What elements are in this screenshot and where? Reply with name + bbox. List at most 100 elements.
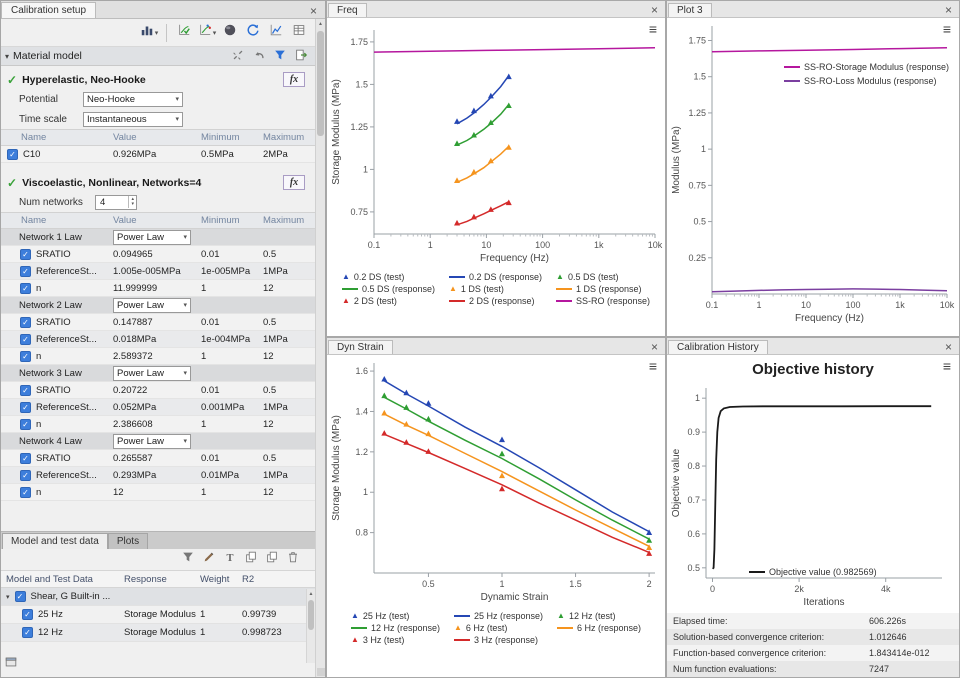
pencil-button[interactable]	[199, 550, 219, 570]
row-checkbox[interactable]: ✓	[22, 627, 33, 638]
filter-blue-button[interactable]	[270, 47, 290, 66]
filter-gray-button[interactable]	[178, 550, 198, 570]
left-scrollbar[interactable]: ▲	[315, 19, 325, 677]
plot-button[interactable]	[266, 23, 286, 43]
param-value-cell[interactable]: 0.20722	[113, 385, 201, 396]
column-header[interactable]: Value	[113, 132, 201, 143]
param-max-cell[interactable]: 1MPa	[263, 334, 315, 345]
row-checkbox[interactable]: ✓	[20, 401, 31, 413]
param-value-cell[interactable]: 2.589372	[113, 351, 201, 362]
row-checkbox[interactable]: ✓	[20, 469, 31, 481]
tab-plot3[interactable]: Plot 3	[668, 3, 712, 17]
param-max-cell[interactable]: 0.5	[263, 453, 315, 464]
param-value-cell[interactable]: 0.265587	[113, 453, 201, 464]
close-icon[interactable]: ×	[647, 3, 662, 17]
unlink-button[interactable]	[228, 47, 248, 66]
freq-chart[interactable]: 0.75 1 1.25 1.5 1.75 0.1 1 10 100 1k 10k Frequency …	[328, 18, 665, 270]
column-header[interactable]: R2	[242, 574, 315, 585]
dyn-chart[interactable]: 0.8 1 1.2 1.4 1.6 0.5 1 1.5 2 Dynamic Strain Stora…	[328, 355, 665, 609]
network-4-law-select[interactable]: Power Law ▾	[113, 433, 191, 449]
param-value-cell[interactable]: 0.018MPa	[113, 334, 201, 345]
test-data-row[interactable]: ▾ ✓ Shear, G Built-in ...	[1, 588, 315, 606]
param-max-cell[interactable]: 1MPa	[263, 470, 315, 481]
row-checkbox[interactable]: ✓	[14, 591, 26, 602]
scroll-up-icon[interactable]: ▲	[307, 589, 315, 599]
column-header[interactable]: Name	[7, 215, 113, 226]
row-checkbox[interactable]: ✓	[20, 316, 31, 328]
param-value-cell[interactable]: 0.052MPa	[113, 402, 201, 413]
param-max-cell[interactable]: 12	[263, 419, 315, 430]
run-calibration-button[interactable]	[174, 23, 194, 43]
tab-freq[interactable]: Freq	[328, 3, 367, 17]
network-3-law-select[interactable]: Power Law ▾	[113, 365, 191, 381]
dropdown-arrow-icon[interactable]: ▾	[213, 29, 217, 37]
param-max-cell[interactable]: 1MPa	[263, 266, 315, 277]
param-min-cell[interactable]: 1	[201, 351, 263, 362]
param-min-cell[interactable]: 1e-005MPa	[201, 266, 263, 277]
row-checkbox[interactable]: ✓	[20, 248, 31, 260]
param-value-cell[interactable]: 1.005e-005MPa	[113, 266, 201, 277]
param-min-cell[interactable]: 0.001MPa	[201, 402, 263, 413]
param-min-cell[interactable]: 1	[201, 487, 263, 498]
window-corner-icon[interactable]	[4, 655, 18, 674]
refresh-button[interactable]	[243, 23, 263, 43]
param-min-cell[interactable]: 0.01	[201, 453, 263, 464]
param-value-cell[interactable]: 0.926MPa	[113, 149, 201, 160]
param-max-cell[interactable]: 12	[263, 283, 315, 294]
column-header[interactable]: Model and Test Data	[6, 574, 124, 585]
tests-scrollbar[interactable]: ▲	[306, 589, 315, 663]
param-value-cell[interactable]: 12	[113, 487, 201, 498]
menu-icon[interactable]: ≡	[649, 21, 657, 37]
param-max-cell[interactable]: 12	[263, 351, 315, 362]
fx-button[interactable]: fx	[283, 72, 305, 87]
column-header[interactable]: Response	[124, 574, 200, 585]
row-checkbox[interactable]: ✓	[20, 282, 31, 294]
close-icon[interactable]: ×	[941, 340, 956, 354]
spinner-arrows-icon[interactable]: ▴ ▾	[128, 196, 136, 208]
column-header[interactable]: Minimum	[201, 132, 263, 143]
param-min-cell[interactable]: 1	[201, 283, 263, 294]
menu-icon[interactable]: ≡	[943, 358, 951, 374]
scroll-up-icon[interactable]: ▲	[316, 19, 325, 29]
row-checkbox[interactable]: ✓	[20, 265, 31, 277]
copy-button[interactable]	[262, 550, 282, 570]
param-min-cell[interactable]: 0.01	[201, 249, 263, 260]
column-header[interactable]: Maximum	[263, 132, 315, 143]
row-checkbox[interactable]: ✓	[20, 384, 31, 396]
param-min-cell[interactable]: 1	[201, 419, 263, 430]
column-header[interactable]: Value	[113, 215, 201, 226]
param-max-cell[interactable]: 0.5	[263, 385, 315, 396]
param-min-cell[interactable]: 0.01	[201, 385, 263, 396]
tab-calibration-setup[interactable]: Calibration setup	[1, 2, 97, 18]
expander-icon[interactable]: ▾	[6, 593, 10, 601]
menu-icon[interactable]: ≡	[943, 21, 951, 37]
param-max-cell[interactable]: 12	[263, 487, 315, 498]
param-value-cell[interactable]: 0.147887	[113, 317, 201, 328]
param-min-cell[interactable]: 1e-004MPa	[201, 334, 263, 345]
network-1-law-select[interactable]: Power Law ▾	[113, 229, 191, 245]
param-min-cell[interactable]: 0.01	[201, 317, 263, 328]
fx-button[interactable]: fx	[283, 175, 305, 190]
material-model-header[interactable]: ▾ Material model	[1, 47, 315, 66]
param-max-cell[interactable]: 0.5	[263, 317, 315, 328]
param-value-cell[interactable]: 2.386608	[113, 419, 201, 430]
text-T-button[interactable]: T	[220, 550, 240, 570]
tab-plots[interactable]: Plots	[107, 533, 149, 549]
dropdown-arrow-icon[interactable]: ▾	[155, 29, 159, 37]
copy-button[interactable]	[241, 550, 261, 570]
param-min-cell[interactable]: 0.01MPa	[201, 470, 263, 481]
close-icon[interactable]: ×	[306, 4, 321, 18]
export-button[interactable]	[291, 47, 311, 66]
param-value-cell[interactable]: 0.293MPa	[113, 470, 201, 481]
column-header[interactable]: Weight	[200, 574, 242, 585]
scrollbar-thumb[interactable]	[317, 31, 324, 136]
trash-button[interactable]	[283, 550, 303, 570]
param-max-cell[interactable]: 2MPa	[263, 149, 315, 160]
material-sphere-button[interactable]	[220, 23, 240, 43]
test-data-row[interactable]: ✓ 25 Hz Storage Modulus 1 0.99739	[1, 606, 315, 624]
network-2-law-select[interactable]: Power Law ▾	[113, 297, 191, 313]
row-checkbox[interactable]: ✓	[7, 148, 18, 160]
column-header[interactable]: Name	[7, 132, 113, 143]
tab-calibration-history[interactable]: Calibration History	[668, 340, 768, 354]
column-header[interactable]: Minimum	[201, 215, 263, 226]
